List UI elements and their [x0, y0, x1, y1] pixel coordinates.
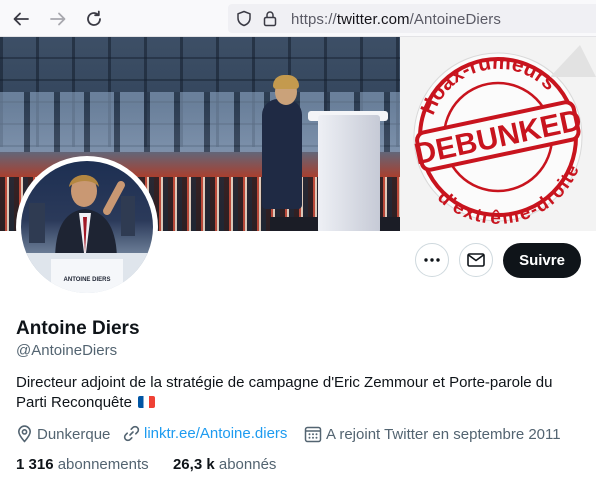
profile-bio-text: Directeur adjoint de la stratégie de cam… [16, 374, 553, 411]
profile-stats: 1 316 abonnements 26,3 k abonnés [16, 456, 276, 473]
debunked-stamp-icon: Hoax-rumeurs d'extrême-droite DEBUNKED [408, 37, 596, 231]
back-button[interactable] [10, 8, 32, 30]
following-label: abonnements [57, 456, 149, 473]
website-link[interactable]: linktr.ee/Antoine.diers [144, 425, 287, 442]
mail-icon [467, 253, 485, 267]
joined-item: A rejoint Twitter en septembre 2011 [304, 425, 561, 443]
follow-button[interactable]: Suivre [503, 243, 581, 278]
location-pin-icon [18, 425, 31, 443]
link-icon [123, 425, 140, 442]
reload-icon [87, 10, 101, 26]
location-text: Dunkerque [37, 425, 111, 443]
lock-icon[interactable] [263, 10, 277, 32]
calendar-icon [304, 426, 322, 443]
browser-toolbar: https://twitter.com/AntoineDiers [0, 0, 596, 37]
profile-meta: Dunkerque linktr.ee/Antoine.diers A rejo… [16, 425, 596, 445]
france-flag-icon [138, 396, 156, 408]
forward-button[interactable] [47, 8, 69, 30]
avatar-podium-sign: ANTOINE DIERS [64, 277, 111, 283]
banner-podium [318, 115, 380, 231]
profile-avatar[interactable]: ANTOINE DIERS [21, 161, 153, 293]
location-item: Dunkerque [16, 425, 110, 443]
url-path: /AntoineDiers [409, 11, 501, 28]
followers-label: abonnés [218, 456, 277, 473]
forward-arrow-icon [50, 12, 66, 26]
banner-speaker-hair [273, 75, 299, 89]
joined-text: A rejoint Twitter en septembre 2011 [326, 425, 561, 443]
debunked-stamp-area: Hoax-rumeurs d'extrême-droite DEBUNKED [400, 37, 596, 231]
following-count: 1 316 [16, 456, 54, 473]
message-button[interactable] [459, 243, 493, 277]
banner-speaker [262, 99, 302, 209]
avatar-photo-icon: ANTOINE DIERS [21, 175, 153, 293]
profile-handle: @AntoineDiers [16, 342, 118, 359]
back-arrow-icon [13, 12, 29, 26]
profile-name: Antoine Diers [16, 318, 140, 339]
more-icon [424, 258, 440, 262]
tracking-protection-icon[interactable] [236, 10, 252, 32]
following-link[interactable]: 1 316 abonnements [16, 456, 149, 473]
followers-link[interactable]: 26,3 k abonnés [173, 456, 276, 473]
reload-button[interactable] [83, 8, 105, 30]
followers-count: 26,3 k [172, 456, 215, 473]
url-text[interactable]: https://twitter.com/AntoineDiers [291, 11, 501, 28]
website-item[interactable]: linktr.ee/Antoine.diers [123, 425, 287, 442]
url-scheme: https:// [291, 11, 337, 28]
profile-bio: Directeur adjoint de la stratégie de cam… [16, 373, 576, 413]
more-button[interactable] [415, 243, 449, 277]
url-domain: twitter.com [336, 11, 410, 28]
